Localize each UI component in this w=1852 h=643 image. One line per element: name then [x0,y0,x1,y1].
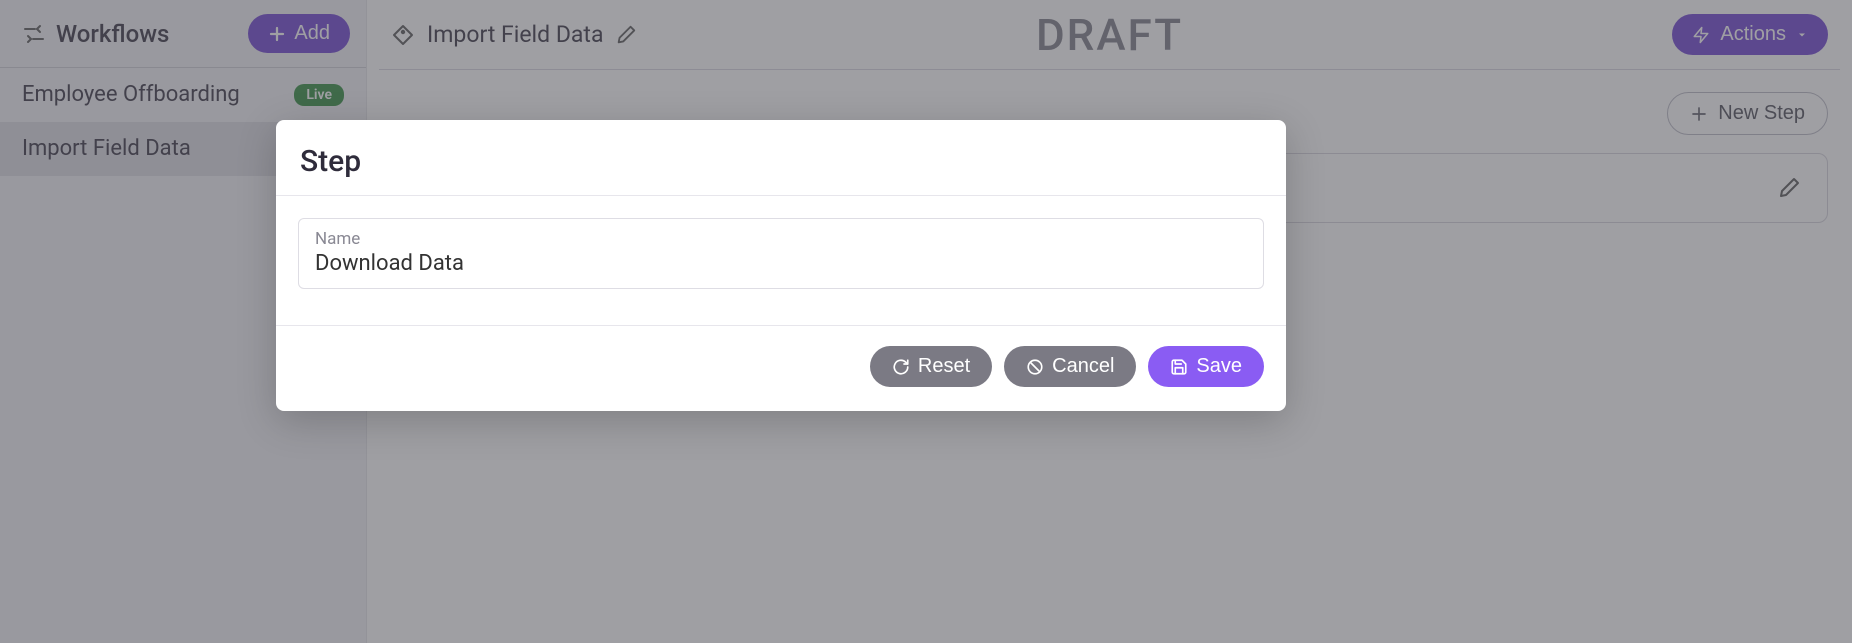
refresh-icon [892,358,910,376]
modal-header: Step [276,120,1286,195]
reset-label: Reset [918,355,970,378]
step-modal: Step Name Reset Canc [276,120,1286,411]
modal-footer: Reset Cancel Save [276,326,1286,411]
cancel-label: Cancel [1052,355,1114,378]
reset-button[interactable]: Reset [870,346,992,387]
name-input[interactable] [315,251,1247,276]
save-label: Save [1196,355,1242,378]
name-field[interactable]: Name [298,218,1264,289]
save-icon [1170,358,1188,376]
ban-icon [1026,358,1044,376]
modal-body: Name [276,196,1286,325]
cancel-button[interactable]: Cancel [1004,346,1136,387]
name-label: Name [315,229,1247,249]
save-button[interactable]: Save [1148,346,1264,387]
modal-overlay[interactable]: Step Name Reset Canc [0,0,1852,643]
modal-title: Step [300,144,1262,179]
